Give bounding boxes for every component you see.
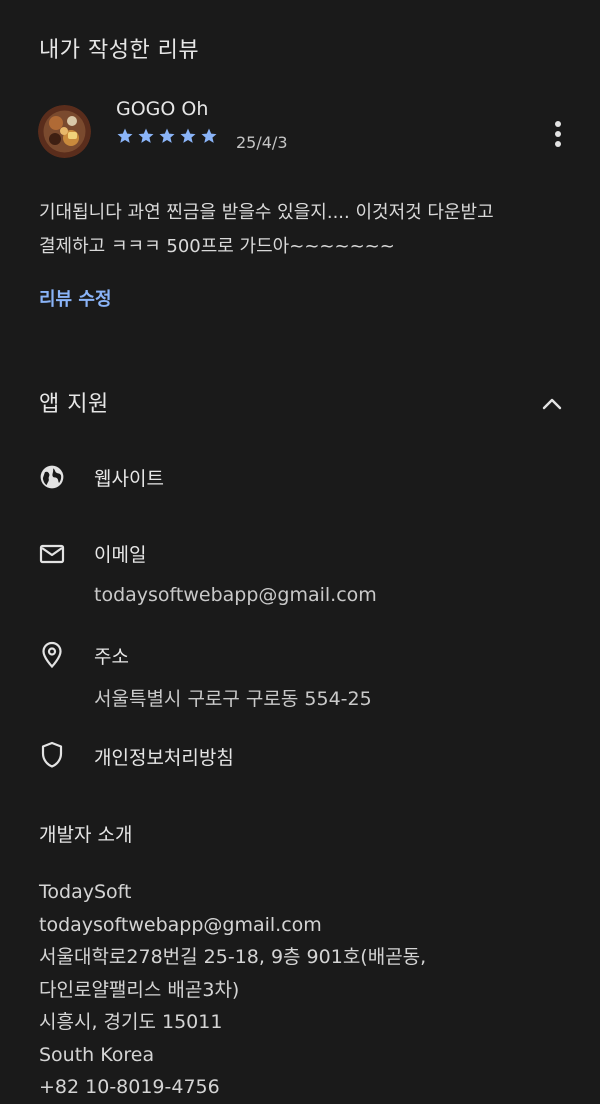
- globe-icon: [38, 463, 66, 491]
- reviewer-name: GOGO Oh: [116, 98, 209, 120]
- star-rating: [116, 127, 218, 145]
- developer-name: TodaySoft: [39, 881, 132, 903]
- star-icon: [138, 128, 154, 143]
- avatar: [38, 105, 91, 158]
- developer-email[interactable]: todaysoftwebapp@gmail.com: [39, 909, 579, 942]
- developer-info: TodaySoft todaysoftwebapp@gmail.com 서울대학…: [39, 876, 579, 1104]
- more-vert-icon: [555, 121, 561, 147]
- email-value[interactable]: todaysoftwebapp@gmail.com: [94, 584, 377, 606]
- location-pin-icon: [38, 641, 66, 669]
- star-icon: [201, 128, 217, 143]
- developer-country: South Korea: [39, 1043, 155, 1066]
- address-link[interactable]: 주소: [94, 642, 129, 669]
- star-icon: [117, 128, 133, 143]
- address-value[interactable]: 서울특별시 구로구 구로동 554-25: [94, 684, 372, 711]
- website-link[interactable]: 웹사이트: [94, 464, 164, 491]
- collapse-support-button[interactable]: [536, 388, 568, 420]
- star-icon: [180, 128, 196, 143]
- developer-address-line: 서울대학로278번길 25-18, 9층 901호(배곧동,: [39, 946, 427, 968]
- developer-address-line: 시흥시, 경기도 15011: [39, 1011, 223, 1033]
- my-review-title: 내가 작성한 리뷰: [39, 38, 200, 63]
- app-support-title: 앱 지원: [39, 392, 109, 417]
- review-text: 기대됩니다 과연 찐금을 받을수 있을지.... 이것저것 다운받고 결제하고 …: [39, 202, 494, 257]
- review-date: 25/4/3: [236, 133, 288, 152]
- chevron-up-icon: [542, 398, 562, 410]
- email-link[interactable]: 이메일: [94, 540, 146, 567]
- developer-address-line: 다인로얄팰리스 배곧3차): [39, 978, 240, 1001]
- developer-title: 개발자 소개: [39, 824, 133, 846]
- edit-review-link[interactable]: 리뷰 수정: [39, 285, 112, 311]
- star-icon: [159, 128, 175, 143]
- shield-icon: [38, 741, 66, 769]
- privacy-policy-link[interactable]: 개인정보처리방침: [94, 743, 234, 770]
- email-icon: [38, 540, 66, 568]
- developer-phone[interactable]: +82 10-8019-4756: [39, 1071, 579, 1104]
- more-options-button[interactable]: [544, 116, 572, 152]
